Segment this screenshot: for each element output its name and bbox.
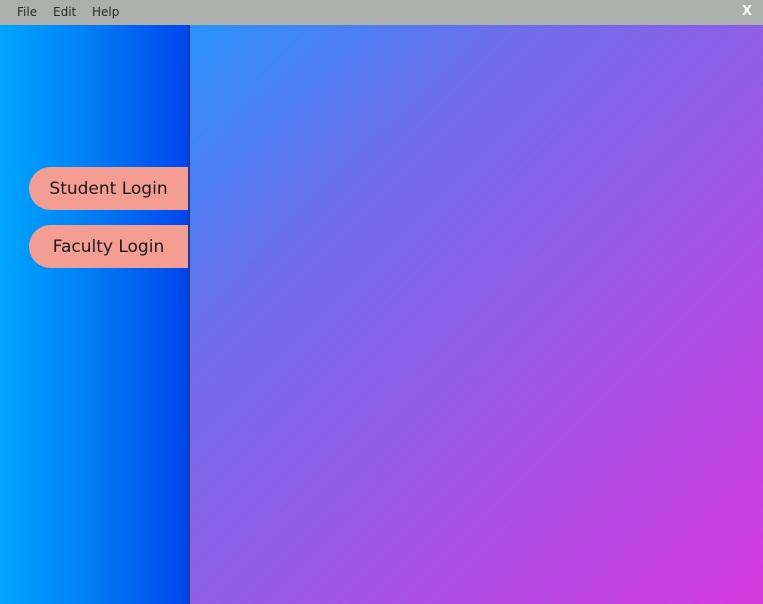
student-login-button[interactable]: Student Login — [29, 167, 188, 210]
menu-help[interactable]: Help — [92, 0, 119, 25]
faculty-login-label: Faculty Login — [52, 236, 165, 257]
sidebar: Student Login Faculty Login — [0, 25, 190, 604]
close-button[interactable]: X — [735, 1, 759, 23]
menu-bar: File Edit Help X — [0, 0, 763, 25]
app-window: File Edit Help X Student Login Faculty L… — [0, 0, 763, 604]
student-login-label: Student Login — [49, 178, 168, 199]
menu-edit[interactable]: Edit — [53, 0, 76, 25]
menu-file[interactable]: File — [17, 0, 37, 25]
main-panel — [190, 25, 763, 604]
faculty-login-button[interactable]: Faculty Login — [29, 225, 188, 268]
